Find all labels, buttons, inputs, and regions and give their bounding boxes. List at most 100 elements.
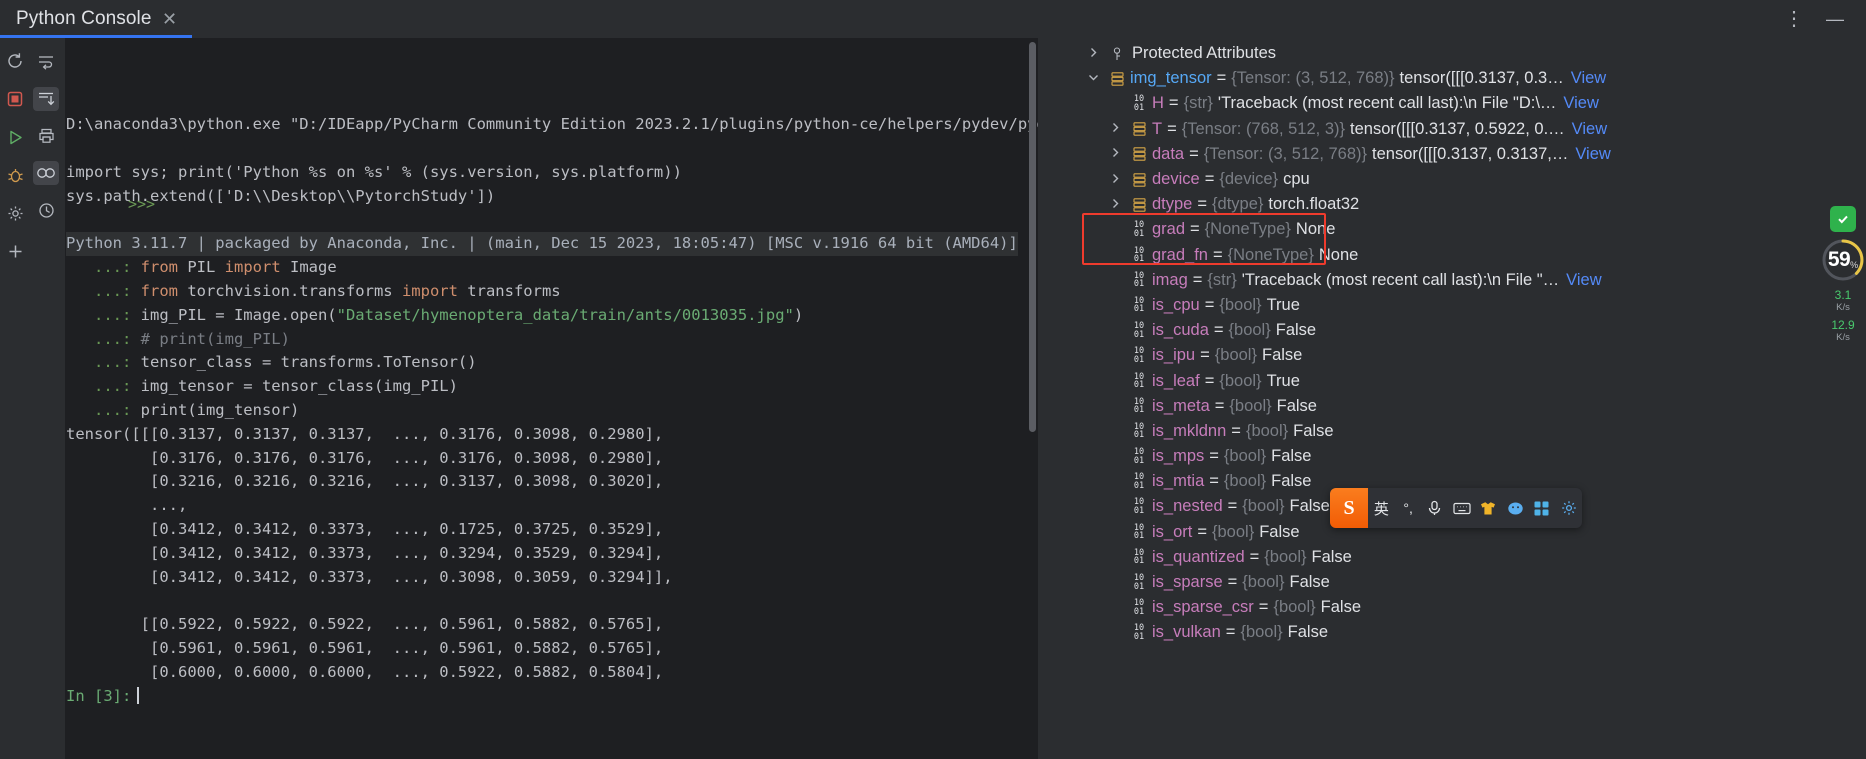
variable-row[interactable]: T = {Tensor: (768, 512, 3)} tensor([[[0.313… xyxy=(1042,117,1866,142)
variable-row[interactable]: 10 01 is_mps = {bool} False xyxy=(1042,444,1866,469)
variable-row[interactable]: 10 01 is_meta = {bool} False xyxy=(1042,394,1866,419)
ime-emoji-icon[interactable] xyxy=(1502,501,1529,516)
variable-name: data xyxy=(1152,144,1185,163)
tab-python-console[interactable]: Python Console ✕ xyxy=(0,0,192,38)
variable-equals: = xyxy=(1192,270,1203,289)
variable-row[interactable]: 10 01 is_quantized = {bool} False xyxy=(1042,545,1866,570)
debug-icon[interactable] xyxy=(4,164,26,186)
value-ellipsis: … xyxy=(1547,69,1564,88)
tab-label: Python Console xyxy=(16,8,152,29)
ime-logo-icon[interactable]: S xyxy=(1330,488,1368,528)
ime-skin-icon[interactable] xyxy=(1475,501,1502,516)
view-value-link[interactable]: View xyxy=(1556,94,1598,113)
variable-equals: = xyxy=(1249,547,1260,566)
tensor-icon xyxy=(1126,147,1152,162)
variable-name: is_ort xyxy=(1152,522,1193,541)
add-icon[interactable] xyxy=(4,240,26,262)
console-scrollbar[interactable] xyxy=(1029,42,1036,432)
shield-check-icon[interactable] xyxy=(1830,206,1856,232)
console-lines: D:\anaconda3\python.exe "D:/IDEapp/PyCha… xyxy=(62,109,1038,708)
variable-equals: = xyxy=(1204,170,1215,189)
minimize-icon[interactable]: — xyxy=(1826,10,1844,28)
variable-name: is_mtia xyxy=(1152,472,1205,491)
chevron-right-icon[interactable] xyxy=(1104,122,1126,136)
console-toolbar xyxy=(30,38,62,759)
variable-row[interactable]: dtype = {dtype} torch.float32 xyxy=(1042,192,1866,217)
variable-equals: = xyxy=(1231,421,1241,440)
console-output-area[interactable]: D:\anaconda3\python.exe "D:/IDEapp/PyCha… xyxy=(62,38,1038,759)
ime-mode-english[interactable]: 英 xyxy=(1368,498,1395,519)
chevron-right-icon[interactable] xyxy=(1104,198,1126,212)
variable-row[interactable]: 10 01 is_cuda = {bool} False xyxy=(1042,318,1866,343)
variable-equals: = xyxy=(1200,346,1210,365)
variable-row[interactable]: 10 01 is_leaf = {bool} True xyxy=(1042,368,1866,393)
variable-row[interactable]: 10 01 is_vulkan = {bool} False xyxy=(1042,620,1866,645)
binary-icon: 10 01 xyxy=(1133,547,1145,567)
soft-wrap-icon[interactable] xyxy=(33,50,59,74)
scroll-to-end-icon[interactable] xyxy=(33,87,59,111)
variable-type: {Tensor: (3, 512, 768)} xyxy=(1203,144,1368,163)
variable-equals: = xyxy=(1197,522,1207,541)
console-output-line: [0.3412, 0.3412, 0.3373, ..., 0.3098, 0.… xyxy=(66,567,673,586)
value-ellipsis: … xyxy=(1551,144,1569,163)
variable-row[interactable]: data = {Tensor: (3, 512, 768)} tensor([[[0.… xyxy=(1042,142,1866,167)
binary-icon: 10 01 xyxy=(1133,573,1145,592)
ime-punctuation[interactable]: °, xyxy=(1395,500,1422,516)
variable-row[interactable]: Protected Attributes xyxy=(1042,41,1866,66)
variable-row[interactable]: 10 01 H = {str} 'Traceback (most recent call … xyxy=(1042,91,1866,116)
view-value-link[interactable]: View xyxy=(1564,69,1606,88)
chevron-right-icon[interactable] xyxy=(1082,47,1104,61)
chevron-right-icon[interactable] xyxy=(1104,173,1126,187)
variable-row[interactable]: 10 01 is_cpu = {bool} True xyxy=(1042,293,1866,318)
view-value-link[interactable]: View xyxy=(1565,120,1607,139)
view-value-link[interactable]: View xyxy=(1559,271,1601,290)
variable-row[interactable]: 10 01 is_ipu = {bool} False xyxy=(1042,343,1866,368)
print-icon[interactable] xyxy=(33,124,59,148)
console-code-line: ...: from PIL import Image xyxy=(66,258,337,277)
variable-value: False xyxy=(1261,346,1303,365)
network-monitor-widget[interactable]: 59% 3.1 K/s 12.9 K/s xyxy=(1820,200,1866,350)
ime-keyboard-icon[interactable] xyxy=(1448,501,1475,515)
ime-toolbox-icon[interactable] xyxy=(1529,501,1556,516)
console-output-line: [0.3412, 0.3412, 0.3373, ..., 0.1725, 0.… xyxy=(66,519,664,538)
variable-row[interactable]: 10 01 grad = {NoneType} None xyxy=(1042,217,1866,242)
variable-row[interactable]: 10 01 grad_fn = {NoneType} None xyxy=(1042,243,1866,268)
chevron-right-icon[interactable] xyxy=(1104,147,1126,161)
variable-row[interactable]: 10 01 is_sparse = {bool} False xyxy=(1042,570,1866,595)
console-output-line: tensor([[[0.3137, 0.3137, 0.3137, ..., 0… xyxy=(66,424,664,443)
variable-row[interactable]: 10 01 is_mkldnn = {bool} False xyxy=(1042,419,1866,444)
ime-toolbar[interactable]: S 英 °, xyxy=(1330,488,1582,528)
variable-name: is_sparse xyxy=(1152,573,1223,592)
console-input-line[interactable]: In [3]: xyxy=(66,685,1038,709)
variable-type: {NoneType} xyxy=(1227,245,1314,264)
run-icon[interactable] xyxy=(4,126,26,148)
show-variables-icon[interactable] xyxy=(33,161,59,185)
upload-speed-unit: K/s xyxy=(1836,302,1850,313)
speed-score-ring[interactable]: 59% xyxy=(1822,239,1864,281)
stop-icon[interactable] xyxy=(4,88,26,110)
chevron-down-icon[interactable] xyxy=(1082,73,1104,85)
variable-type: {bool} xyxy=(1264,547,1307,566)
variable-row[interactable]: img_tensor = {Tensor: (3, 512, 768)} tensor… xyxy=(1042,66,1866,91)
variable-row[interactable]: 10 01 imag = {str} 'Traceback (most recent ca… xyxy=(1042,268,1866,293)
binary-icon: 10 01 xyxy=(1133,245,1145,265)
variable-row[interactable]: 10 01 is_sparse_csr = {bool} False xyxy=(1042,595,1866,620)
variable-name: is_mps xyxy=(1152,447,1205,466)
variable-equals: = xyxy=(1214,396,1225,415)
more-options-icon[interactable]: ⋮ xyxy=(1784,9,1804,29)
console-code-line: ...: # print(img_PIL) xyxy=(66,329,290,348)
variable-value: False xyxy=(1287,623,1329,642)
rerun-icon[interactable] xyxy=(4,50,26,72)
variable-equals: = xyxy=(1167,119,1177,138)
settings-icon[interactable] xyxy=(4,202,26,224)
close-icon[interactable]: ✕ xyxy=(162,10,178,28)
variable-row[interactable]: device = {device} cpu xyxy=(1042,167,1866,192)
variable-name: device xyxy=(1152,170,1200,189)
ime-voice-input-icon[interactable] xyxy=(1422,500,1449,516)
view-value-link[interactable]: View xyxy=(1568,145,1610,164)
variable-type: {bool} xyxy=(1240,623,1283,642)
history-icon[interactable] xyxy=(33,198,59,222)
ime-settings-icon[interactable] xyxy=(1555,500,1582,516)
binary-icon: 10 01 xyxy=(1133,598,1145,617)
variables-panel[interactable]: Protected Attributes img_tensor = {Tensor: … xyxy=(1042,38,1866,759)
